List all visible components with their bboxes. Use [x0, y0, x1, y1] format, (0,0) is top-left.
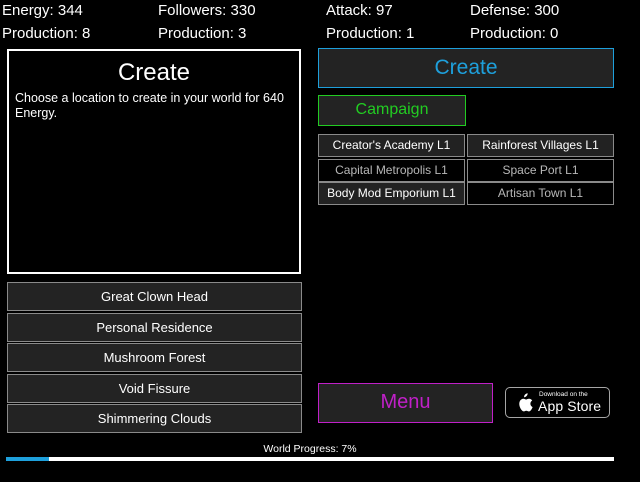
create-panel-description: Choose a location to create in your worl… — [15, 91, 284, 120]
world-progress-label: World Progress: 7% — [263, 443, 357, 455]
building-button[interactable]: Rainforest Villages L1 — [467, 134, 614, 157]
followers-production: Production: 3 — [158, 25, 247, 42]
create-button[interactable]: Create — [318, 48, 614, 88]
world-progress-fill — [6, 457, 49, 461]
menu-button[interactable]: Menu — [318, 383, 493, 423]
building-button[interactable]: Capital Metropolis L1 — [318, 159, 465, 182]
create-panel-title: Create — [117, 59, 191, 86]
defense-stat: Defense: 300 — [470, 2, 560, 19]
location-button[interactable]: Great Clown Head — [7, 282, 302, 311]
apple-icon — [519, 393, 533, 412]
energy-stat: Energy: 344 — [2, 2, 83, 19]
building-button[interactable]: Space Port L1 — [467, 159, 614, 182]
world-progress-bar — [6, 457, 614, 461]
location-button[interactable]: Mushroom Forest — [7, 343, 302, 372]
attack-production: Production: 1 — [326, 25, 415, 42]
location-list: Great Clown Head Personal Residence Mush… — [7, 282, 302, 435]
app-store-big-text: App Store — [538, 398, 602, 414]
location-button[interactable]: Shimmering Clouds — [7, 404, 302, 433]
attack-stat: Attack: 97 — [326, 2, 393, 19]
building-button[interactable]: Body Mod Emporium L1 — [318, 182, 465, 205]
energy-production: Production: 8 — [2, 25, 91, 42]
followers-stat: Followers: 330 — [158, 2, 256, 19]
building-button[interactable]: Creator's Academy L1 — [318, 134, 465, 157]
building-button[interactable]: Artisan Town L1 — [467, 182, 614, 205]
create-panel: Create Choose a location to create in yo… — [7, 49, 301, 274]
defense-production: Production: 0 — [470, 25, 559, 42]
campaign-button[interactable]: Campaign — [318, 95, 466, 126]
location-button[interactable]: Personal Residence — [7, 312, 302, 342]
app-store-badge[interactable]: Download on the App Store — [505, 387, 610, 418]
location-button[interactable]: Void Fissure — [7, 373, 302, 403]
